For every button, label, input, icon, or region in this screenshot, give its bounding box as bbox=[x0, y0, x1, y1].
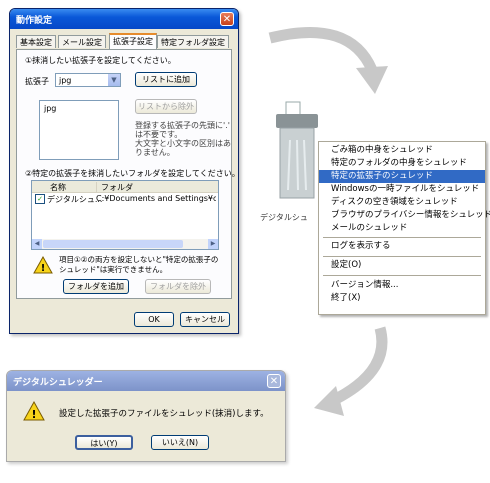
menu-item-exit[interactable]: 終了(X) bbox=[319, 292, 485, 305]
ext-label: 拡張子 bbox=[25, 77, 49, 86]
menu-item-temp-files[interactable]: Windowsの一時ファイルをシュレッド bbox=[319, 183, 485, 196]
warning-icon: ! bbox=[33, 255, 53, 274]
ok-button[interactable]: OK bbox=[134, 312, 174, 327]
menu-item-extension[interactable]: 特定の拡張子のシュレッド bbox=[319, 170, 485, 183]
svg-text:!: ! bbox=[41, 263, 46, 274]
folder-table-header: 名称 フォルダ bbox=[32, 181, 218, 193]
row-folder: C:¥Documents and Settings¥chieko_r bbox=[96, 194, 216, 203]
warning-icon: ! bbox=[23, 400, 45, 421]
ext-hint-line: 大文字と小文字の区別はあ bbox=[135, 139, 231, 148]
settings-dialog: 動作設定 ✕ 基本設定 メール設定 拡張子設定 特定フォルダ設定 ①抹消したい拡… bbox=[9, 8, 240, 334]
svg-text:!: ! bbox=[31, 408, 36, 421]
settings-dialog-titlebar: 動作設定 ✕ bbox=[10, 9, 238, 29]
horizontal-scrollbar[interactable]: ◀ ▶ bbox=[32, 239, 218, 249]
cancel-button[interactable]: キャンセル bbox=[180, 312, 230, 327]
close-icon[interactable]: ✕ bbox=[220, 12, 234, 26]
scroll-left-icon[interactable]: ◀ bbox=[32, 239, 42, 249]
row-checkbox[interactable]: ✓ bbox=[35, 194, 45, 204]
add-folder-button[interactable]: フォルダを追加 bbox=[63, 279, 129, 294]
folder-table: 名称 フォルダ ✓ デジタルシュ... C:¥Documents and Set… bbox=[31, 180, 219, 250]
yes-button[interactable]: はい(Y) bbox=[75, 435, 133, 450]
arrow-to-confirm bbox=[314, 326, 388, 416]
menu-item-show-log[interactable]: ログを表示する bbox=[319, 240, 485, 253]
list-item[interactable]: jpg bbox=[44, 104, 56, 113]
confirm-dialog-titlebar: デジタルシュレッダー ✕ bbox=[7, 371, 285, 391]
tab-extension[interactable]: 拡張子設定 bbox=[109, 33, 157, 49]
ext-hint-line: りません。 bbox=[135, 148, 175, 157]
ext-select[interactable]: jpg ▼ bbox=[55, 73, 121, 87]
menu-item-browser-privacy[interactable]: ブラウザのプライバシー情報をシュレッド bbox=[319, 209, 490, 222]
ext-hint-line: は不要です。 bbox=[135, 130, 183, 139]
menu-separator bbox=[323, 237, 481, 238]
chevron-down-icon[interactable]: ▼ bbox=[108, 74, 120, 86]
column-header-folder[interactable]: フォルダ bbox=[96, 182, 133, 193]
menu-item-folder[interactable]: 特定のフォルダの中身をシュレッド bbox=[319, 157, 485, 170]
column-header-name[interactable]: 名称 bbox=[50, 182, 66, 193]
warning-text: 項目①②の両方を設定しないと"特定の拡張子の シュレッド"は実行できません。 bbox=[59, 255, 219, 274]
settings-dialog-title: 動作設定 bbox=[16, 16, 53, 26]
confirm-dialog: デジタルシュレッダー ✕ ! 設定した拡張子のファイルをシュレッド(抹消)します… bbox=[6, 370, 286, 462]
remove-from-list-button[interactable]: リストから除外 bbox=[135, 99, 197, 114]
table-row[interactable]: ✓ デジタルシュ... C:¥Documents and Settings¥ch… bbox=[32, 193, 218, 205]
close-icon[interactable]: ✕ bbox=[267, 374, 281, 388]
menu-item-free-space[interactable]: ディスクの空き領域をシュレッド bbox=[319, 196, 485, 209]
remove-folder-button[interactable]: フォルダを除外 bbox=[145, 279, 211, 294]
ext-hint: 登録する拡張子の先頭に'.' は不要です。 大文字と小文字の区別はあ りません。 bbox=[135, 121, 231, 157]
menu-separator bbox=[323, 275, 481, 276]
settings-tab-strip: 基本設定 メール設定 拡張子設定 特定フォルダ設定 bbox=[16, 33, 232, 49]
menu-separator bbox=[323, 256, 481, 257]
scroll-thumb[interactable] bbox=[43, 240, 183, 248]
ext-hint-line: 登録する拡張子の先頭に'.' bbox=[135, 121, 230, 130]
context-menu: ごみ箱の中身をシュレッド 特定のフォルダの中身をシュレッド 特定の拡張子のシュレ… bbox=[318, 141, 490, 315]
tab-basic[interactable]: 基本設定 bbox=[16, 35, 56, 48]
menu-item-version[interactable]: バージョン情報... bbox=[319, 279, 485, 292]
ext-listbox[interactable]: jpg bbox=[39, 100, 119, 160]
tab-mail[interactable]: メール設定 bbox=[58, 35, 106, 48]
ext-select-value: jpg bbox=[59, 76, 72, 85]
section1-heading: ①抹消したい拡張子を設定してください。 bbox=[25, 56, 176, 65]
section2-heading: ②特定の拡張子を抹消したいフォルダを設定してください。 bbox=[25, 169, 240, 178]
shredder-icon-label: デジタルシュ bbox=[260, 213, 308, 222]
shredder-icon[interactable]: デジタルシュ bbox=[260, 100, 322, 222]
tab-folder[interactable]: 特定フォルダ設定 bbox=[157, 35, 229, 48]
confirm-message: 設定した拡張子のファイルをシュレッド(抹消)します。 bbox=[59, 409, 269, 419]
arrow-to-menu bbox=[268, 27, 388, 94]
scroll-right-icon[interactable]: ▶ bbox=[208, 239, 218, 249]
add-to-list-button[interactable]: リストに追加 bbox=[135, 72, 197, 87]
no-button[interactable]: いいえ(N) bbox=[151, 435, 209, 450]
menu-item-mail[interactable]: メールのシュレッド bbox=[319, 222, 485, 235]
menu-item-settings[interactable]: 設定(O) bbox=[319, 259, 485, 272]
confirm-dialog-title: デジタルシュレッダー bbox=[13, 378, 103, 388]
menu-item-trash[interactable]: ごみ箱の中身をシュレッド bbox=[319, 144, 485, 157]
settings-tab-page: ①抹消したい拡張子を設定してください。 拡張子 jpg ▼ リストに追加 jpg… bbox=[16, 49, 240, 299]
row-name: デジタルシュ... bbox=[47, 195, 103, 204]
